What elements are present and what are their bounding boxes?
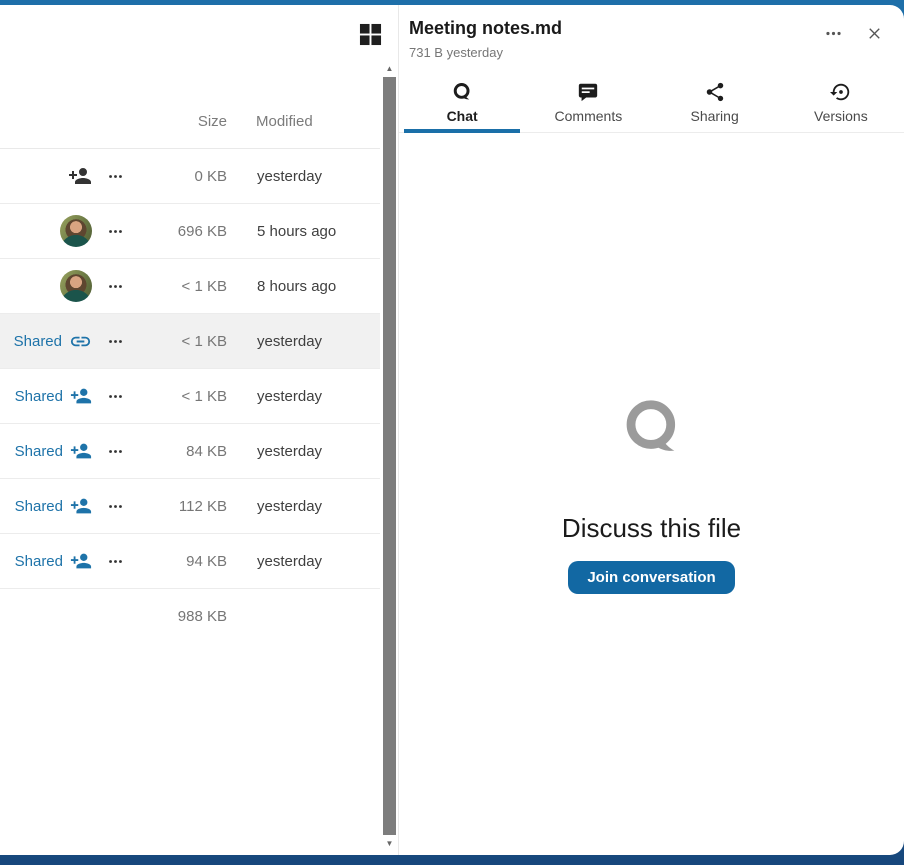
- share-add-user-icon[interactable]: [70, 495, 92, 517]
- more-actions-icon[interactable]: [103, 384, 128, 409]
- file-row[interactable]: Shared < 1 KB yesterday: [0, 369, 380, 424]
- file-size: 84 KB: [138, 443, 227, 460]
- talk-logo-icon: [618, 394, 686, 467]
- more-actions-icon[interactable]: [103, 329, 128, 354]
- file-modified: yesterday: [257, 168, 322, 185]
- file-details-sidebar: Meeting notes.md 731 B yesterday Chat: [398, 5, 904, 855]
- share-add-user-icon[interactable]: [68, 164, 92, 188]
- tab-label: Chat: [447, 108, 478, 124]
- shared-status-link[interactable]: Shared: [15, 553, 63, 570]
- comments-icon: [577, 81, 599, 103]
- file-title: Meeting notes.md: [409, 18, 562, 39]
- sidebar-tabs: Chat Comments Sharing Versions: [399, 72, 904, 133]
- file-row[interactable]: 0 KB yesterday: [0, 149, 380, 204]
- join-conversation-button[interactable]: Join conversation: [568, 561, 734, 594]
- file-row[interactable]: Shared 84 KB yesterday: [0, 424, 380, 479]
- sharing-icon: [704, 81, 726, 103]
- share-add-user-icon[interactable]: [70, 385, 92, 407]
- list-header: Size Modified: [0, 94, 380, 149]
- shared-link-icon[interactable]: [69, 330, 92, 353]
- file-list-panel: Size Modified 0 KB yesterday 696: [0, 5, 398, 855]
- modified-column-header[interactable]: Modified: [256, 113, 313, 130]
- tab-label: Versions: [814, 108, 868, 124]
- total-size: 988 KB: [0, 608, 227, 625]
- file-size: < 1 KB: [138, 388, 227, 405]
- scroll-down-icon[interactable]: ▼: [381, 839, 398, 849]
- file-meta: 731 B yesterday: [409, 45, 562, 60]
- more-actions-icon[interactable]: [103, 274, 128, 299]
- list-summary: 988 KB: [0, 589, 380, 644]
- file-size: < 1 KB: [138, 333, 227, 350]
- talk-icon: [451, 81, 473, 103]
- share-add-user-icon[interactable]: [70, 550, 92, 572]
- file-row[interactable]: 696 KB 5 hours ago: [0, 204, 380, 259]
- shared-status-link[interactable]: Shared: [15, 498, 63, 515]
- file-modified: 8 hours ago: [257, 278, 336, 295]
- more-actions-icon[interactable]: [103, 439, 128, 464]
- file-modified: yesterday: [257, 333, 322, 350]
- file-row[interactable]: Shared 94 KB yesterday: [0, 534, 380, 589]
- scroll-up-icon[interactable]: ▲: [381, 64, 398, 74]
- file-modified: yesterday: [257, 443, 322, 460]
- versions-icon: [830, 81, 852, 103]
- tab-sharing[interactable]: Sharing: [652, 72, 778, 132]
- file-modified: yesterday: [257, 553, 322, 570]
- owner-avatar[interactable]: [60, 270, 92, 302]
- share-add-user-icon[interactable]: [70, 440, 92, 462]
- file-size: < 1 KB: [138, 278, 227, 295]
- size-column-header[interactable]: Size: [0, 113, 227, 130]
- tab-versions[interactable]: Versions: [778, 72, 904, 132]
- more-actions-icon[interactable]: [103, 164, 128, 189]
- file-modified: 5 hours ago: [257, 223, 336, 240]
- file-row[interactable]: Shared 112 KB yesterday: [0, 479, 380, 534]
- tab-label: Sharing: [690, 108, 738, 124]
- file-size: 94 KB: [138, 553, 227, 570]
- file-modified: yesterday: [257, 498, 322, 515]
- tab-label: Comments: [555, 108, 623, 124]
- tab-comments[interactable]: Comments: [525, 72, 651, 132]
- more-actions-icon[interactable]: [103, 219, 128, 244]
- shared-status-link[interactable]: Shared: [14, 333, 62, 350]
- shared-status-link[interactable]: Shared: [15, 388, 63, 405]
- more-actions-icon[interactable]: [103, 494, 128, 519]
- file-modified: yesterday: [257, 388, 322, 405]
- file-size: 0 KB: [138, 168, 227, 185]
- file-row-selected[interactable]: Shared < 1 KB yesterday: [0, 314, 380, 369]
- file-row[interactable]: < 1 KB 8 hours ago: [0, 259, 380, 314]
- discuss-heading: Discuss this file: [562, 513, 741, 544]
- sidebar-more-actions-icon[interactable]: [822, 22, 845, 60]
- tab-chat[interactable]: Chat: [399, 72, 525, 132]
- scrollbar-thumb[interactable]: [383, 77, 396, 835]
- file-size: 696 KB: [138, 223, 227, 240]
- scrollbar: ▲ ▼: [381, 60, 398, 853]
- sidebar-header: Meeting notes.md 731 B yesterday: [399, 5, 904, 60]
- owner-avatar[interactable]: [60, 215, 92, 247]
- chat-empty-state: Discuss this file Join conversation: [399, 133, 904, 855]
- more-actions-icon[interactable]: [103, 549, 128, 574]
- file-rows: 0 KB yesterday 696 KB 5 hours ago < 1 KB…: [0, 149, 380, 644]
- shared-status-link[interactable]: Shared: [15, 443, 63, 460]
- file-size: 112 KB: [138, 498, 227, 515]
- grid-view-toggle-icon[interactable]: [358, 23, 382, 47]
- close-icon[interactable]: [863, 22, 886, 60]
